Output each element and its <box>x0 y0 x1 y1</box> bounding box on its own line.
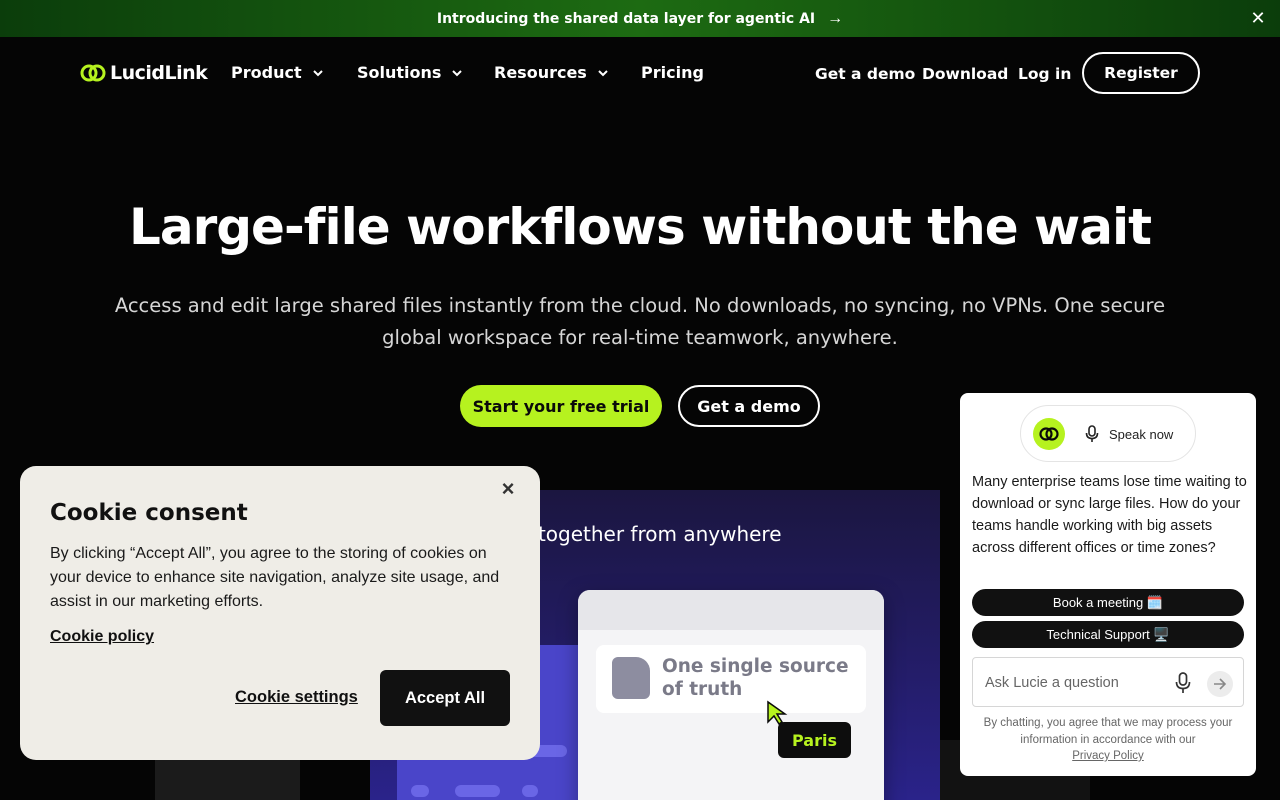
nav-item-label: Pricing <box>641 63 704 82</box>
close-icon[interactable]: ✕ <box>1248 8 1268 28</box>
send-button[interactable] <box>1207 671 1233 697</box>
chevron-down-icon <box>598 69 608 76</box>
chat-avatar <box>1033 418 1065 450</box>
chat-disclaimer-text: By chatting, you agree that we may proce… <box>983 717 1233 746</box>
get-demo-button[interactable]: Get a demo <box>678 385 820 427</box>
announcement-bar[interactable]: Introducing the shared data layer for ag… <box>0 0 1280 37</box>
nav-item-label: Solutions <box>357 63 442 82</box>
speak-now-button[interactable]: Speak now <box>1085 425 1173 443</box>
arrow-right-icon <box>1214 678 1227 690</box>
accept-all-button[interactable]: Accept All <box>380 670 510 726</box>
cookie-body: By clicking “Accept All”, you agree to t… <box>50 545 500 610</box>
get-demo-link[interactable]: Get a demo <box>815 65 915 83</box>
card-header <box>578 590 884 630</box>
logo-text: LucidLink <box>110 62 208 84</box>
technical-support-chip[interactable]: Technical Support 🖥️ <box>972 621 1244 648</box>
announcement-text[interactable]: Introducing the shared data layer for ag… <box>437 11 815 27</box>
chat-widget: Speak now Many enterprise teams lose tim… <box>960 393 1256 776</box>
register-button[interactable]: Register <box>1082 52 1200 94</box>
download-link[interactable]: Download <box>922 65 1008 83</box>
microphone-icon <box>1085 425 1099 442</box>
nav-item-pricing[interactable]: Pricing <box>641 63 704 82</box>
arrow-right-icon: → <box>827 9 844 27</box>
chevron-down-icon <box>312 69 323 76</box>
book-meeting-chip[interactable]: Book a meeting 🗓️ <box>972 589 1244 616</box>
cookie-consent-dialog: × Cookie consent By clicking “Accept All… <box>20 466 540 760</box>
file-card: One single source of truth <box>578 590 884 800</box>
microphone-icon[interactable] <box>1175 672 1191 694</box>
document-icon <box>612 657 650 699</box>
start-free-trial-button[interactable]: Start your free trial <box>460 385 662 427</box>
logo[interactable]: LucidLink <box>80 62 208 84</box>
speak-now-label: Speak now <box>1109 426 1174 442</box>
privacy-policy-link[interactable]: Privacy Policy <box>1072 750 1144 762</box>
cookie-policy-link[interactable]: Cookie policy <box>50 628 154 646</box>
main-nav: LucidLink Product Solutions Resources Pr… <box>0 37 1280 110</box>
visual-caption: k together from anywhere <box>520 522 782 546</box>
nav-item-solutions[interactable]: Solutions <box>357 63 463 82</box>
chat-disclaimer: By chatting, you agree that we may proce… <box>976 715 1240 765</box>
lucidlink-logo-icon <box>80 64 106 82</box>
chat-message: Many enterprise teams lose time waiting … <box>972 474 1247 556</box>
nav-item-label: Product <box>231 63 302 82</box>
nav-item-label: Resources <box>494 63 587 82</box>
panel-icon <box>411 785 429 797</box>
chevron-down-icon <box>452 69 463 76</box>
file-item: One single source of truth <box>596 645 866 713</box>
panel-bar <box>455 785 500 797</box>
cookie-title: Cookie consent <box>50 500 248 526</box>
close-icon[interactable]: × <box>498 476 518 501</box>
nav-item-resources[interactable]: Resources <box>494 63 609 82</box>
chat-input-box <box>972 657 1244 707</box>
chat-question-input[interactable] <box>985 670 1165 696</box>
hero-subtitle: Access and edit large shared files insta… <box>114 294 1166 349</box>
login-link[interactable]: Log in <box>1018 65 1071 83</box>
chat-header-pill: Speak now <box>1020 405 1196 462</box>
hero-title: Large-file workflows without the wait <box>129 198 1152 256</box>
lucidlink-logo-icon <box>1039 427 1059 441</box>
panel-icon <box>522 785 538 797</box>
location-tag: Paris <box>778 722 851 758</box>
file-card-text: One single source of truth <box>662 656 849 700</box>
nav-item-product[interactable]: Product <box>231 63 324 82</box>
cookie-settings-button[interactable]: Cookie settings <box>235 688 358 707</box>
